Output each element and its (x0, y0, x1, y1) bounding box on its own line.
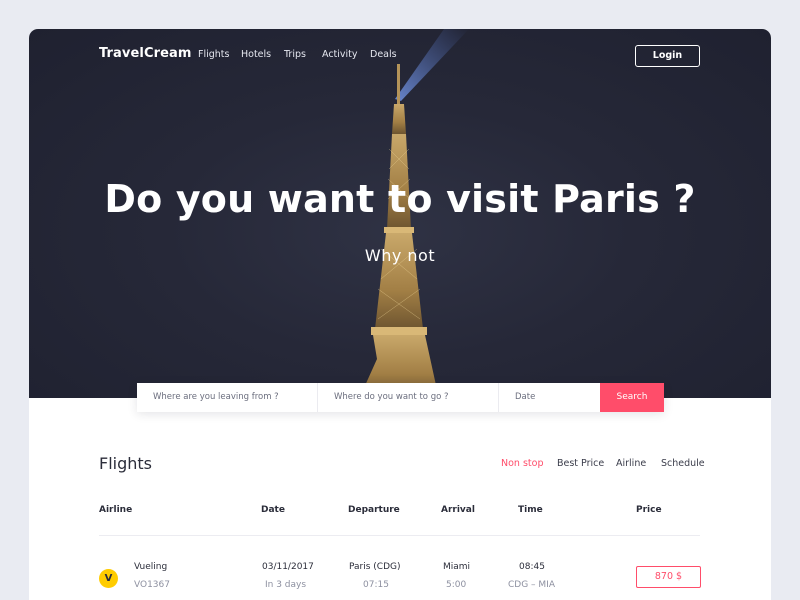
flight-number: VO1367 (134, 580, 170, 590)
filter-non-stop[interactable]: Non stop (501, 458, 543, 469)
arrival-city: Miami (443, 562, 471, 572)
nav-link-activity[interactable]: Activity (322, 49, 358, 60)
flight-date: 03/11/2017 (262, 562, 314, 572)
nav-link-deals[interactable]: Deals (370, 49, 397, 60)
departure-time: 07:15 (363, 580, 389, 590)
to-input[interactable]: Where do you want to go ? (318, 383, 499, 412)
from-input[interactable]: Where are you leaving from ? (137, 383, 318, 412)
vueling-logo-icon: V (99, 569, 118, 588)
filter-airline[interactable]: Airline (616, 458, 646, 469)
page-card: TravelCream Flights Hotels Trips Activit… (29, 29, 771, 600)
flight-date-note: In 3 days (265, 580, 307, 590)
flight-route: CDG – MIA (508, 580, 555, 590)
table-row[interactable]: V Vueling VO1367 03/11/2017 In 3 days Pa… (29, 559, 771, 599)
column-header-departure: Departure (348, 505, 400, 515)
hero-banner: TravelCream Flights Hotels Trips Activit… (29, 29, 771, 398)
flight-search-bar: Where are you leaving from ? Where do yo… (137, 383, 664, 412)
column-header-airline: Airline (99, 505, 133, 515)
table-divider (99, 535, 700, 536)
top-navigation: TravelCream Flights Hotels Trips Activit… (29, 29, 771, 89)
column-header-date: Date (261, 505, 285, 515)
search-button[interactable]: Search (600, 383, 664, 412)
hero-headline: Do you want to visit Paris ? (104, 177, 696, 221)
nav-link-flights[interactable]: Flights (198, 49, 229, 60)
airline-name: Vueling (134, 562, 168, 572)
departure-city: Paris (CDG) (349, 562, 401, 572)
eiffel-tower-image (359, 64, 439, 398)
column-header-price: Price (636, 505, 662, 515)
flights-section-title: Flights (99, 454, 152, 473)
column-header-time: Time (518, 505, 543, 515)
nav-link-trips[interactable]: Trips (284, 49, 306, 60)
login-button[interactable]: Login (635, 45, 700, 67)
nav-link-hotels[interactable]: Hotels (241, 49, 271, 60)
price-button[interactable]: 870 $ (636, 566, 701, 588)
flight-time: 08:45 (519, 562, 545, 572)
filter-best-price[interactable]: Best Price (557, 458, 604, 469)
column-header-arrival: Arrival (441, 505, 475, 515)
hero-subline: Why not (364, 246, 436, 265)
date-input[interactable]: Date (499, 383, 600, 412)
filter-schedule[interactable]: Schedule (661, 458, 705, 469)
brand-logo[interactable]: TravelCream (99, 46, 192, 61)
arrival-time: 5:00 (446, 580, 467, 590)
